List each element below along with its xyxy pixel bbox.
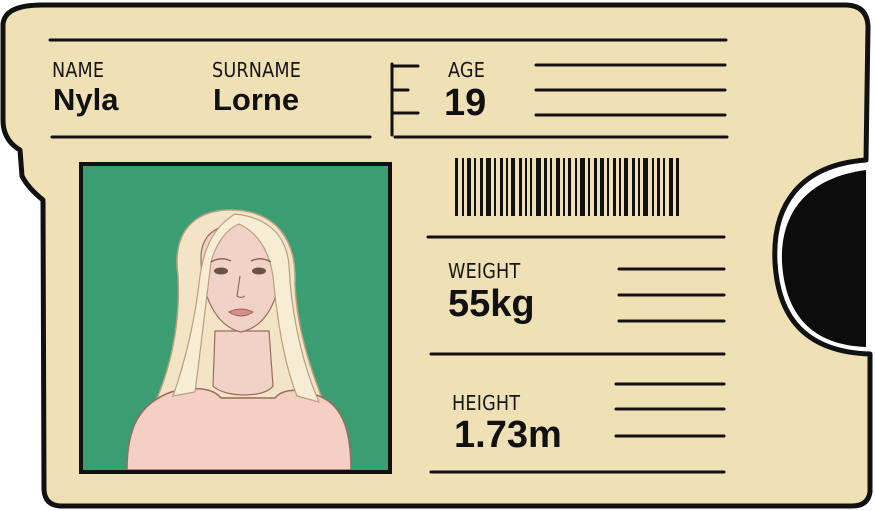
barcode-bar — [657, 158, 660, 216]
barcode-bar — [474, 158, 476, 216]
barcode-bar — [500, 158, 503, 216]
barcode-bar — [600, 158, 604, 216]
barcode-bar — [544, 158, 547, 216]
barcode-bar — [486, 158, 491, 216]
barcode-bar — [525, 158, 527, 216]
weight-value: 55kg — [448, 283, 535, 325]
barcode-bar — [607, 158, 609, 216]
barcode-bar — [588, 158, 590, 216]
barcode-bar — [669, 158, 673, 216]
barcode-bar — [536, 158, 541, 216]
age-value: 19 — [444, 82, 487, 124]
barcode-bar — [652, 158, 654, 216]
barcode-bar — [511, 158, 515, 216]
weight-label: WEIGHT — [448, 259, 521, 283]
barcode-bar — [563, 158, 565, 216]
portrait-photo — [79, 162, 392, 474]
height-label: HEIGHT — [452, 391, 521, 415]
barcode-bar — [494, 158, 496, 216]
barcode-bar — [663, 158, 665, 216]
name-label: NAME — [52, 58, 105, 82]
barcode-bar — [613, 158, 616, 216]
barcode-bar — [462, 158, 464, 216]
barcode-bar — [619, 158, 621, 216]
barcode-bar — [519, 158, 522, 216]
right-eye — [252, 267, 266, 275]
barcode-bar — [467, 158, 471, 216]
barcode-bar — [575, 158, 577, 216]
barcode-bar — [568, 158, 571, 216]
height-value: 1.73m — [454, 414, 562, 456]
barcode-bar — [480, 158, 483, 216]
neck — [212, 330, 274, 396]
barcode-bar — [676, 158, 679, 216]
barcode-bar — [638, 158, 640, 216]
barcode-bar — [506, 158, 508, 216]
barcode-bar — [455, 158, 458, 216]
barcode-bar — [632, 158, 635, 216]
barcode-bar — [530, 158, 532, 216]
age-label: AGE — [448, 58, 486, 82]
barcode-bar — [594, 158, 597, 216]
barcode-bar — [550, 158, 552, 216]
left-eye — [214, 267, 228, 275]
barcode-bar — [556, 158, 560, 216]
name-value: Nyla — [53, 82, 119, 117]
surname-value: Lorne — [213, 82, 300, 117]
barcode-bar — [643, 158, 648, 216]
barcode-bar — [624, 158, 628, 216]
barcode-bar — [580, 158, 585, 216]
surname-label: SURNAME — [212, 58, 302, 82]
